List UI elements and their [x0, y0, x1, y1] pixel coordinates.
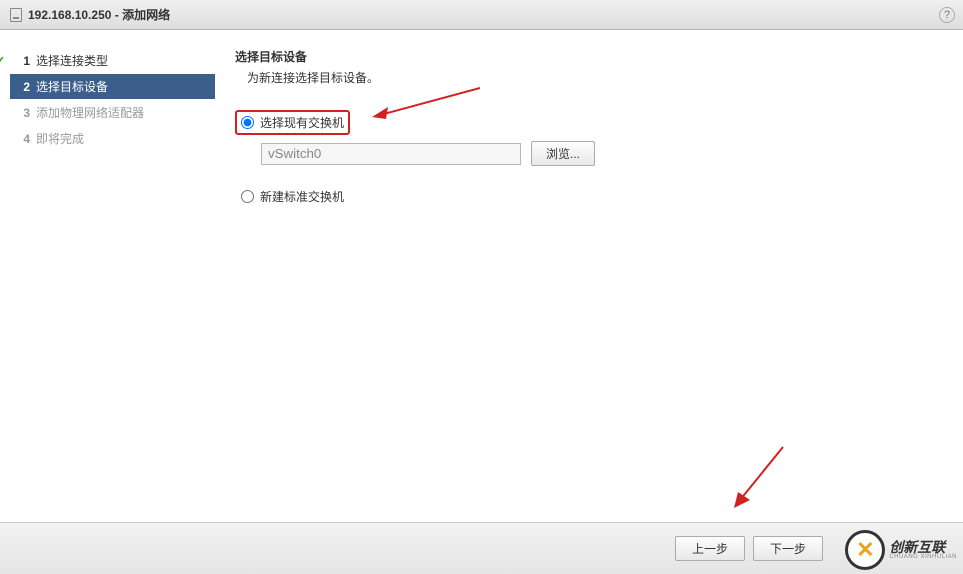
- option-new-switch[interactable]: 新建标准交换机: [235, 184, 943, 209]
- host-icon: [10, 8, 22, 22]
- logo-text: 创新互联: [889, 540, 957, 554]
- wizard-footer: 上一步 下一步: [0, 522, 963, 574]
- option-existing-switch[interactable]: 选择现有交换机: [235, 110, 350, 135]
- logo-circle-icon: ✕: [845, 530, 885, 570]
- switch-name-input[interactable]: [261, 143, 521, 165]
- next-button[interactable]: 下一步: [753, 536, 823, 561]
- step-1[interactable]: 1 选择连接类型: [10, 48, 114, 73]
- step-2[interactable]: 2 选择目标设备: [10, 74, 215, 99]
- help-icon[interactable]: ?: [939, 7, 955, 23]
- window-title: 192.168.10.250 - 添加网络: [28, 6, 170, 23]
- browse-button[interactable]: 浏览...: [531, 141, 595, 166]
- main-panel: ✓ 1 选择连接类型 2 选择目标设备 3 添加物理网络适配器 4 即将完成 选…: [0, 30, 963, 520]
- content-subheading: 为新连接选择目标设备。: [235, 69, 943, 86]
- option-group: 选择现有交换机 浏览... 新建标准交换机: [235, 110, 943, 209]
- titlebar: 192.168.10.250 - 添加网络 ?: [0, 0, 963, 30]
- step-row-1[interactable]: ✓ 1 选择连接类型: [10, 48, 215, 74]
- option-new-label: 新建标准交换机: [260, 188, 344, 205]
- step-3: 3 添加物理网络适配器: [10, 100, 215, 125]
- watermark-logo: ✕ 创新互联 CHUANG XINHULIAN: [845, 530, 957, 570]
- existing-switch-row: 浏览...: [261, 141, 943, 166]
- radio-new[interactable]: [241, 190, 254, 203]
- back-button[interactable]: 上一步: [675, 536, 745, 561]
- radio-existing[interactable]: [241, 116, 254, 129]
- wizard-content: 选择目标设备 为新连接选择目标设备。 选择现有交换机 浏览... 新建标准交换机: [215, 30, 963, 520]
- content-heading: 选择目标设备: [235, 48, 943, 65]
- step-4: 4 即将完成: [10, 126, 215, 151]
- wizard-sidebar: ✓ 1 选择连接类型 2 选择目标设备 3 添加物理网络适配器 4 即将完成: [0, 30, 215, 520]
- logo-subtext: CHUANG XINHULIAN: [889, 554, 957, 560]
- option-existing-label: 选择现有交换机: [260, 114, 344, 131]
- checkmark-icon: ✓: [0, 53, 8, 70]
